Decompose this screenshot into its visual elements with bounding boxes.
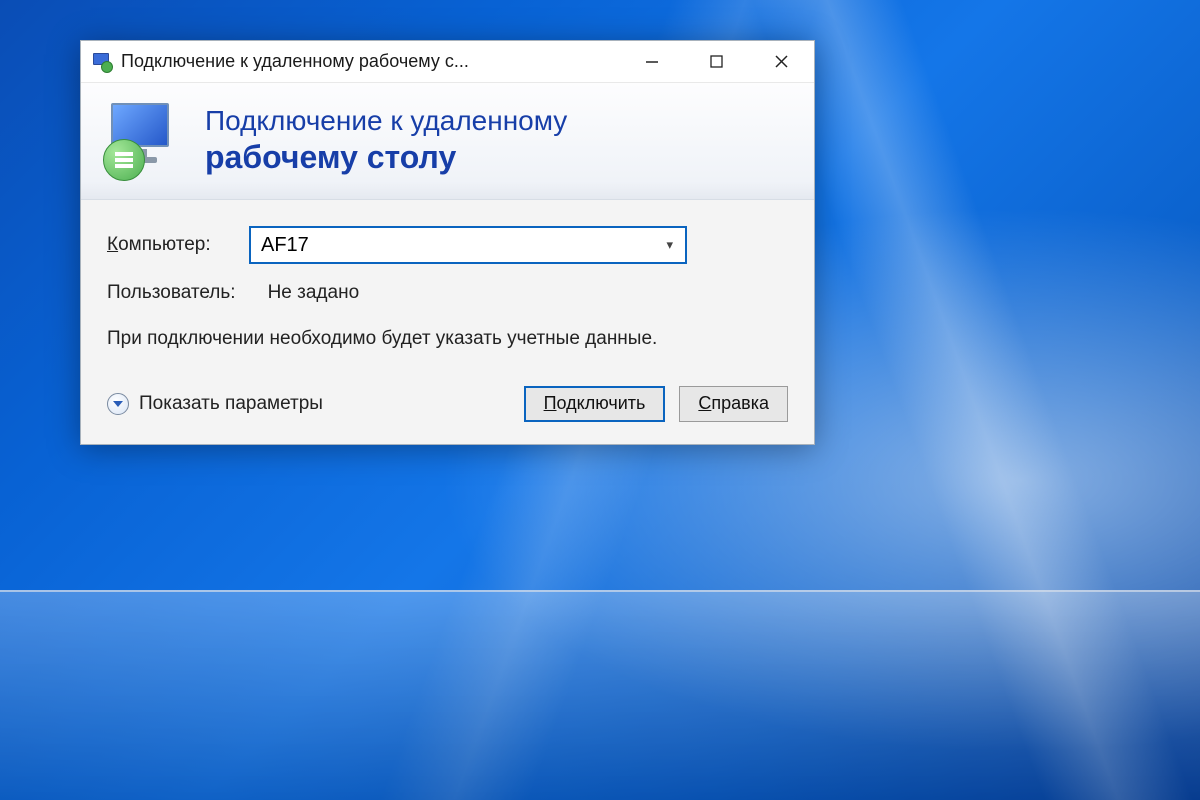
maximize-icon xyxy=(710,55,723,68)
close-button[interactable] xyxy=(749,41,814,82)
computer-input[interactable] xyxy=(261,234,675,257)
footer-row: Показать параметры Подключить Справка xyxy=(107,386,788,422)
banner-title: Подключение к удаленному рабочему столу xyxy=(205,105,567,176)
help-button[interactable]: Справка xyxy=(679,386,788,422)
maximize-button[interactable] xyxy=(684,41,749,82)
banner-line2: рабочему столу xyxy=(205,139,567,176)
window-controls xyxy=(619,41,814,82)
connect-button[interactable]: Подключить xyxy=(524,386,666,422)
window-title: Подключение к удаленному рабочему с... xyxy=(121,51,619,72)
computer-combobox[interactable]: ▾ xyxy=(249,226,687,264)
dialog-body: Компьютер: ▾ Пользователь: Не задано При… xyxy=(81,200,814,444)
user-label: Пользователь: xyxy=(107,282,236,304)
expand-down-icon xyxy=(107,393,129,415)
desktop-horizon xyxy=(0,590,1200,800)
show-options-toggle[interactable]: Показать параметры xyxy=(107,393,323,415)
computer-label: Компьютер: xyxy=(107,234,237,256)
titlebar[interactable]: Подключение к удаленному рабочему с... xyxy=(81,41,814,83)
minimize-button[interactable] xyxy=(619,41,684,82)
credentials-hint: При подключении необходимо будет указать… xyxy=(107,326,667,352)
minimize-icon xyxy=(645,55,659,69)
close-icon xyxy=(774,54,789,69)
computer-field-row: Компьютер: ▾ xyxy=(107,226,788,264)
user-field-row: Пользователь: Не задано xyxy=(107,282,788,304)
banner-line1: Подключение к удаленному xyxy=(205,105,567,137)
user-value: Не задано xyxy=(268,282,360,304)
show-options-label: Показать параметры xyxy=(139,393,323,415)
app-icon xyxy=(91,51,113,73)
rdp-dialog-window: Подключение к удаленному рабочему с... П… xyxy=(80,40,815,445)
rdp-monitor-icon xyxy=(103,99,185,181)
header-banner: Подключение к удаленному рабочему столу xyxy=(81,83,814,200)
